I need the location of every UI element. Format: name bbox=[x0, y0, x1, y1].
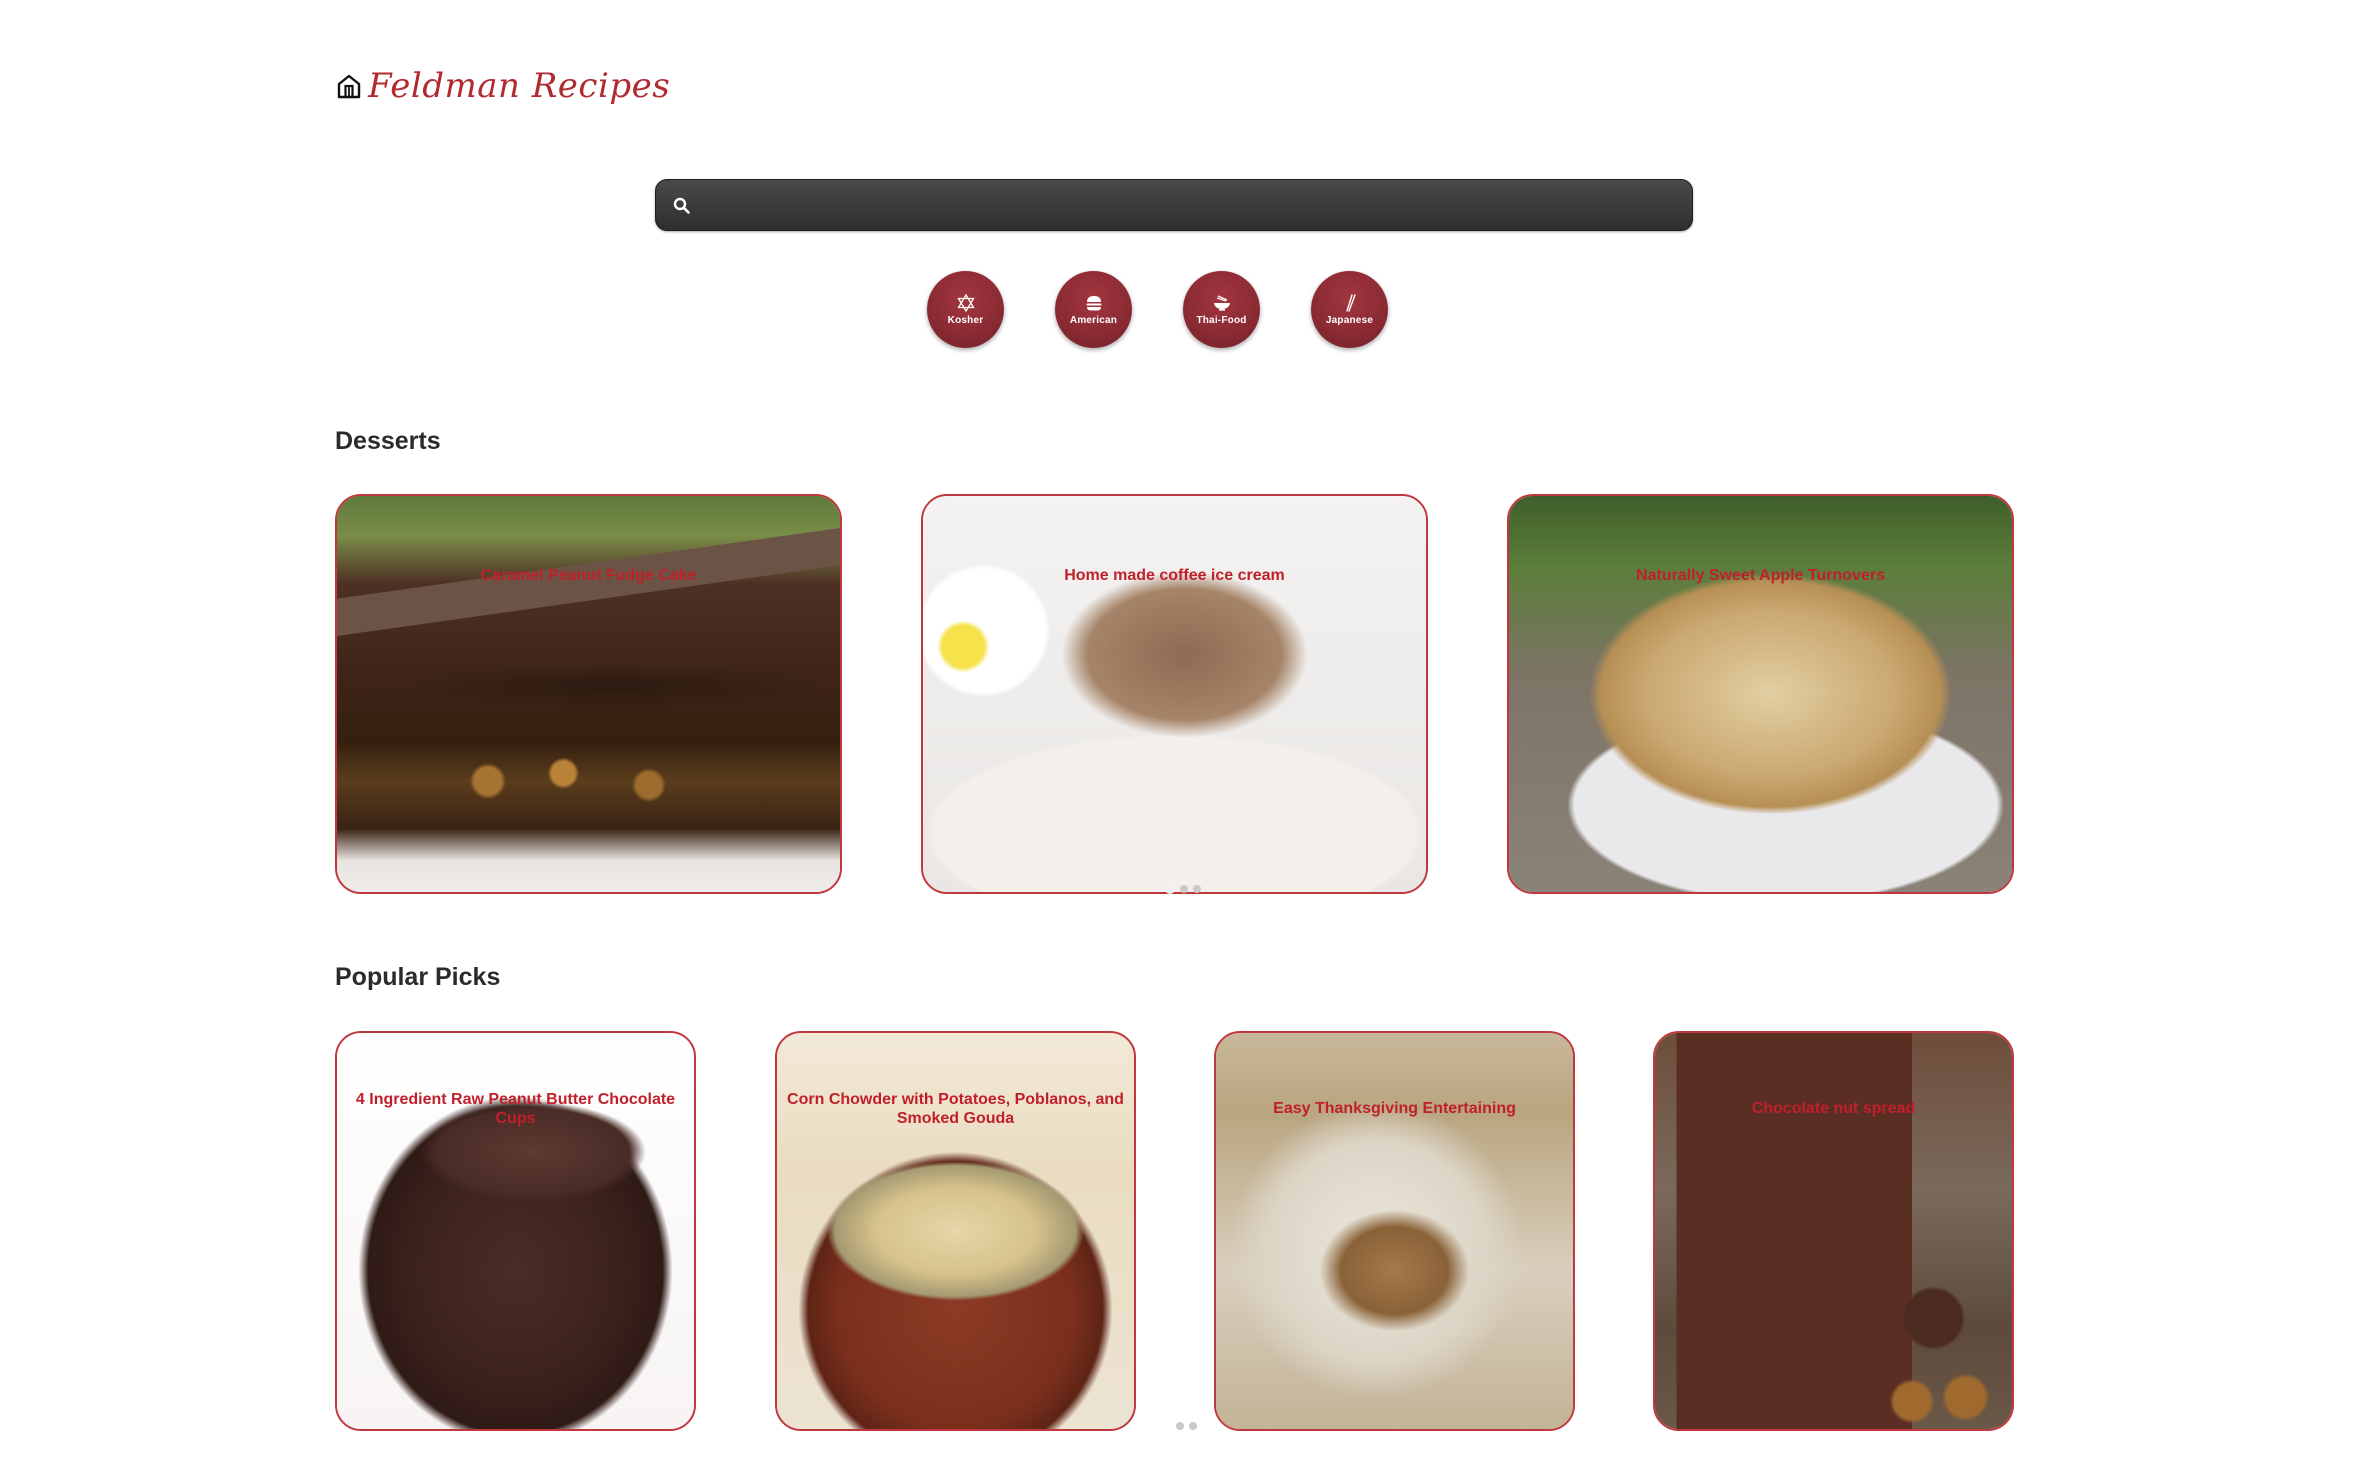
cuisine-button-japanese[interactable]: Japanese bbox=[1311, 271, 1388, 348]
brand-name: Feldman Recipes bbox=[368, 66, 671, 106]
carousel-dots-desserts bbox=[1165, 884, 1201, 894]
burger-icon bbox=[1086, 295, 1101, 310]
carousel-dot[interactable] bbox=[1165, 884, 1175, 894]
star-of-david-icon bbox=[956, 293, 975, 312]
recipe-card[interactable]: Easy Thanksgiving Entertaining bbox=[1214, 1031, 1575, 1431]
bowl-icon bbox=[1213, 294, 1230, 311]
cuisine-button-thai-food[interactable]: Thai-Food bbox=[1183, 271, 1260, 348]
cuisine-filters: Kosher American Thai-Food Japanese bbox=[927, 271, 1388, 348]
recipe-card[interactable]: Caramel Peanut Fudge Cake bbox=[335, 494, 842, 894]
recipe-image bbox=[337, 496, 840, 892]
section-heading-desserts: Desserts bbox=[335, 427, 441, 455]
recipe-title: Naturally Sweet Apple Turnovers bbox=[1636, 567, 1885, 584]
recipe-card[interactable]: Home made coffee ice cream bbox=[921, 494, 1428, 894]
search-icon bbox=[673, 197, 690, 214]
cuisine-label: Kosher bbox=[947, 314, 984, 326]
cuisine-label: Japanese bbox=[1325, 314, 1374, 326]
recipe-image bbox=[923, 496, 1426, 892]
cuisine-button-kosher[interactable]: Kosher bbox=[927, 271, 1004, 348]
carousel-dot[interactable] bbox=[1180, 885, 1188, 893]
carousel-dot[interactable] bbox=[1176, 1422, 1184, 1430]
recipe-image bbox=[1509, 496, 2012, 892]
recipe-title: Home made coffee ice cream bbox=[1064, 567, 1285, 584]
recipe-card[interactable]: Naturally Sweet Apple Turnovers bbox=[1507, 494, 2014, 894]
recipe-card[interactable]: 4 Ingredient Raw Peanut Butter Chocolate… bbox=[335, 1031, 696, 1431]
home-icon bbox=[336, 73, 362, 99]
recipe-title: Easy Thanksgiving Entertaining bbox=[1273, 1100, 1516, 1117]
recipe-title: Caramel Peanut Fudge Cake bbox=[480, 567, 697, 584]
chopsticks-icon bbox=[1345, 293, 1356, 312]
cuisine-button-american[interactable]: American bbox=[1055, 271, 1132, 348]
recipe-card[interactable]: Corn Chowder with Potatoes, Poblanos, an… bbox=[775, 1031, 1136, 1431]
cuisine-label: Thai-Food bbox=[1196, 314, 1247, 326]
section-heading-popular-picks: Popular Picks bbox=[335, 963, 501, 991]
recipe-title: Corn Chowder with Potatoes, Poblanos, an… bbox=[787, 1091, 1124, 1127]
recipe-image bbox=[1216, 1033, 1573, 1429]
recipe-title: 4 Ingredient Raw Peanut Butter Chocolate… bbox=[355, 1091, 676, 1127]
page: Feldman Recipes Kosher American Thai-Foo… bbox=[0, 0, 2374, 1472]
search-input[interactable] bbox=[690, 180, 1692, 230]
cuisine-label: American bbox=[1069, 314, 1118, 326]
search-bar[interactable] bbox=[655, 179, 1693, 231]
recipe-image bbox=[1655, 1033, 2012, 1429]
brand-logo[interactable]: Feldman Recipes bbox=[336, 66, 670, 106]
carousel-dots-popular bbox=[1176, 1422, 1197, 1430]
carousel-dot[interactable] bbox=[1193, 885, 1201, 893]
recipe-title: Chocolate nut spread bbox=[1751, 1100, 1916, 1117]
recipe-card[interactable]: Chocolate nut spread bbox=[1653, 1031, 2014, 1431]
carousel-dot[interactable] bbox=[1189, 1422, 1197, 1430]
